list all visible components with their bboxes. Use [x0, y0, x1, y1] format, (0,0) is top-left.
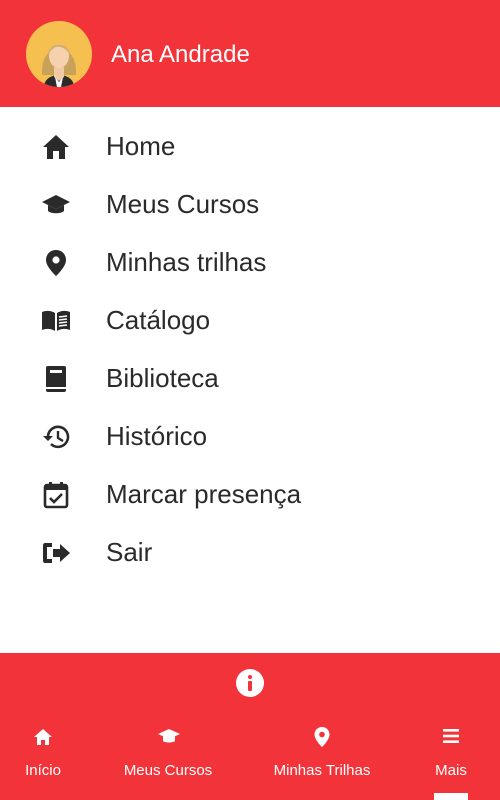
tab-meus-cursos[interactable]: Meus Cursos: [114, 720, 222, 800]
menu-item-catalogo[interactable]: Catálogo: [0, 291, 500, 349]
history-icon: [40, 421, 72, 453]
menu-item-label: Marcar presença: [106, 479, 302, 509]
tab-label: Início: [25, 762, 61, 779]
tab-label: Mais: [435, 762, 467, 779]
book-icon: [40, 363, 72, 395]
home-icon: [32, 726, 54, 748]
menu-item-meus-cursos[interactable]: Meus Cursos: [0, 175, 500, 233]
drawer-header: Ana Andrade: [0, 0, 500, 107]
menu-item-label: Catálogo: [106, 305, 211, 335]
location-pin-icon: [311, 726, 333, 748]
menu-item-label: Home: [106, 131, 176, 161]
menu-item-sair[interactable]: Sair: [0, 523, 500, 581]
open-book-icon: [40, 305, 72, 337]
menu-item-label: Minhas trilhas: [106, 247, 267, 277]
drawer-menu: Home Meus Cursos Minhas trilhas Catálogo…: [0, 117, 500, 581]
tab-mais[interactable]: Mais: [428, 720, 474, 800]
tab-label: Minhas Trilhas: [273, 762, 371, 779]
hamburger-menu-icon: [440, 726, 462, 748]
tab-inicio[interactable]: Início: [10, 720, 76, 800]
menu-item-home[interactable]: Home: [0, 117, 500, 175]
menu-item-label: Sair: [106, 537, 153, 567]
tab-label: Meus Cursos: [123, 762, 213, 779]
sign-out-icon: [40, 537, 72, 569]
menu-item-historico[interactable]: Histórico: [0, 407, 500, 465]
location-pin-icon: [40, 247, 72, 279]
active-tab-indicator: [434, 793, 468, 800]
menu-item-label: Meus Cursos: [106, 189, 260, 219]
info-icon[interactable]: [236, 669, 264, 697]
menu-item-label: Biblioteca: [106, 363, 219, 393]
menu-item-minhas-trilhas[interactable]: Minhas trilhas: [0, 233, 500, 291]
menu-item-label: Histórico: [106, 421, 208, 451]
menu-item-biblioteca[interactable]: Biblioteca: [0, 349, 500, 407]
home-icon: [40, 131, 72, 163]
tab-minhas-trilhas[interactable]: Minhas Trilhas: [264, 720, 380, 800]
user-name: Ana Andrade: [111, 41, 250, 68]
calendar-check-icon: [40, 479, 72, 511]
avatar[interactable]: [26, 21, 92, 87]
menu-item-marcar-presenca[interactable]: Marcar presença: [0, 465, 500, 523]
graduation-cap-icon: [40, 189, 72, 221]
graduation-cap-icon: [157, 726, 180, 748]
